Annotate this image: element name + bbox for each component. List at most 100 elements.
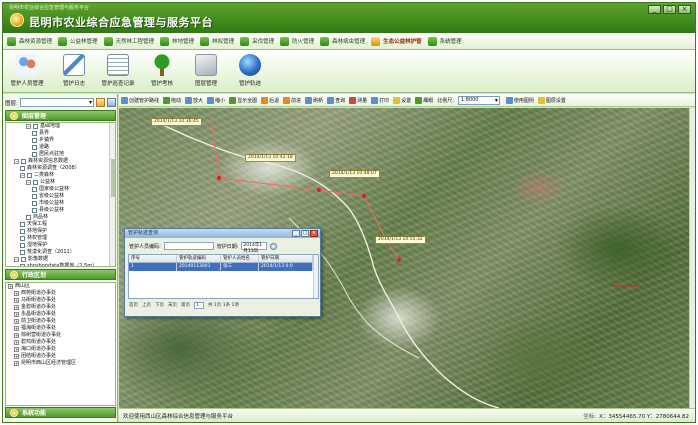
next-page-button[interactable]: 下页 xyxy=(155,302,164,308)
expand-toggle-icon[interactable]: + xyxy=(8,284,13,289)
menu-item[interactable]: 防火管理 xyxy=(280,35,314,48)
map-tool-button[interactable]: 后退 xyxy=(261,96,279,104)
map-tool-button[interactable]: 缩小 xyxy=(207,96,225,104)
scroll-thumb[interactable] xyxy=(111,159,115,197)
tree-node[interactable]: − 影像数据 xyxy=(6,256,115,263)
tree-node[interactable]: 荒漠化调查（2011） xyxy=(6,249,115,256)
expand-toggle-icon[interactable]: − xyxy=(14,159,19,164)
dialog-minimize-button[interactable]: _ xyxy=(292,230,300,237)
tree-node[interactable]: 森林资源调查（2008） xyxy=(6,165,115,172)
maximize-button[interactable]: □ xyxy=(663,5,676,14)
layer-checkbox[interactable] xyxy=(20,250,25,255)
map-tool-button[interactable]: 拖动 xyxy=(163,96,181,104)
layer-checkbox[interactable] xyxy=(20,166,25,171)
menu-item[interactable]: 天然林工程管理 xyxy=(103,35,154,48)
menu-item[interactable]: 公益林管理 xyxy=(58,35,98,48)
tree-node[interactable]: 县界 xyxy=(6,130,115,137)
menu-item[interactable]: 林权管理 xyxy=(200,35,234,48)
tree-node[interactable]: 市级公益林 xyxy=(6,200,115,207)
column-header[interactable]: 管护日期 xyxy=(259,255,313,262)
layer-checkbox[interactable] xyxy=(33,180,38,185)
layer-checkbox[interactable] xyxy=(32,187,37,192)
map-tool-button[interactable]: 图层设置 xyxy=(537,96,566,104)
layer-checkbox[interactable] xyxy=(32,145,37,150)
layer-checkbox[interactable] xyxy=(21,159,26,164)
map-tool-button[interactable]: 测量 xyxy=(349,96,367,104)
map-tool-button[interactable]: 前进 xyxy=(283,96,301,104)
last-page-button[interactable]: 末页 xyxy=(168,302,177,308)
ribbon-layer-button[interactable]: 图层管理 xyxy=(183,54,229,87)
map-tool-button[interactable]: 查询 xyxy=(327,96,345,104)
layer-checkbox[interactable] xyxy=(20,264,25,266)
tree-node[interactable]: − 二类森林 xyxy=(6,172,115,179)
tree-node[interactable]: 林地保护 xyxy=(6,228,115,235)
grid-scrollbar[interactable] xyxy=(313,255,318,298)
expand-toggle-icon[interactable]: + xyxy=(14,354,19,359)
tree-node[interactable]: + 金碧街道办事处 xyxy=(6,304,115,311)
query-icon[interactable] xyxy=(270,242,278,250)
ribbon-globe-button[interactable]: 管护轨迹 xyxy=(227,54,273,87)
tree-node[interactable]: 林权管理 xyxy=(6,235,115,242)
ribbon-track-button[interactable]: 管护日志 xyxy=(51,54,97,87)
tree-node[interactable]: + 西苑街道办事处 xyxy=(6,290,115,297)
scale-dropdown[interactable]: 1:8000 xyxy=(457,95,500,105)
map-tool-button[interactable]: 鹰眼 xyxy=(415,96,433,104)
folder-icon[interactable] xyxy=(96,98,105,107)
map-tool-button[interactable]: 设置 xyxy=(393,96,411,104)
layer-checkbox[interactable] xyxy=(20,222,25,227)
track-point[interactable] xyxy=(396,257,402,263)
column-header[interactable]: 管护人员姓名 xyxy=(221,255,259,262)
tree-node[interactable]: + 西山区 xyxy=(6,283,115,290)
layer-checkbox[interactable] xyxy=(32,194,37,199)
tree-node[interactable]: 乡镇界 xyxy=(6,137,115,144)
map-scrollbar[interactable] xyxy=(689,108,695,408)
menu-item[interactable]: 系统管理 xyxy=(427,35,462,48)
tree-node[interactable]: + 昆明市西山区经济管理区 xyxy=(6,360,115,367)
tree-node[interactable]: shpshppdata数据库（2.5m） xyxy=(6,263,115,266)
track-point[interactable] xyxy=(316,187,322,193)
expand-toggle-icon[interactable]: + xyxy=(14,312,19,317)
first-page-button[interactable]: 首页 xyxy=(129,302,138,308)
tree-node[interactable]: + 前卫街道办事处 xyxy=(6,318,115,325)
tree-node[interactable]: 道路 xyxy=(6,144,115,151)
tree-node[interactable]: − 森林资源信息数据 xyxy=(6,158,115,165)
layer-checkbox[interactable] xyxy=(32,201,37,206)
tree-node[interactable]: 省级公益林 xyxy=(6,193,115,200)
close-button[interactable]: × xyxy=(678,5,691,14)
expand-toggle-icon[interactable]: + xyxy=(14,347,19,352)
layer-checkbox[interactable] xyxy=(33,124,38,129)
menu-item[interactable]: 林地管理 xyxy=(160,35,194,48)
ribbon-records-button[interactable]: 管护巡查记录 xyxy=(95,54,141,87)
map-tool-button[interactable]: 创建管护路线 xyxy=(121,96,159,104)
map-tool-button[interactable]: 刷新 xyxy=(305,96,323,104)
map-tool-button[interactable]: 放大 xyxy=(185,96,203,104)
layer-checkbox[interactable] xyxy=(20,229,25,234)
prev-page-button[interactable]: 上页 xyxy=(142,302,151,308)
minimize-button[interactable]: _ xyxy=(648,5,661,14)
tree-node[interactable]: + 团结街道办事处 xyxy=(6,353,115,360)
menu-item[interactable]: 采伐管理 xyxy=(240,35,274,48)
expand-toggle-icon[interactable]: − xyxy=(26,180,31,185)
layer-tree-header[interactable]: 图层管理 xyxy=(5,110,116,121)
layer-checkbox[interactable] xyxy=(32,208,37,213)
layer-checkbox[interactable] xyxy=(20,236,25,241)
settings-icon[interactable] xyxy=(107,98,116,107)
layer-dropdown[interactable] xyxy=(19,98,94,107)
expand-toggle-icon[interactable]: + xyxy=(14,333,19,338)
expand-toggle-icon[interactable]: − xyxy=(14,257,19,262)
tree-node[interactable]: + 碧鸡街道办事处 xyxy=(6,339,115,346)
table-row[interactable]: 1 20140113001 张三 2014/1/13 0:0 xyxy=(129,263,318,271)
column-header[interactable]: 管护轨迹编码 xyxy=(177,255,221,262)
page-number-input[interactable]: 1 xyxy=(194,301,204,309)
person-code-input[interactable] xyxy=(163,242,214,250)
tree-node[interactable]: + 福海街道办事处 xyxy=(6,325,115,332)
tree-node[interactable]: − 公益林 xyxy=(6,179,115,186)
expand-toggle-icon[interactable]: + xyxy=(14,291,19,296)
map-tool-button[interactable]: 打印 xyxy=(371,96,389,104)
tree-node[interactable]: 国家级公益林 xyxy=(6,186,115,193)
expand-toggle-icon[interactable]: + xyxy=(14,319,19,324)
tree-node[interactable]: + 棕树营街道办事处 xyxy=(6,332,115,339)
system-function-header[interactable]: 系统功能 xyxy=(5,407,116,418)
menu-item[interactable]: 森林资源管理 xyxy=(7,35,52,48)
layer-tree-scrollbar[interactable] xyxy=(109,123,115,266)
